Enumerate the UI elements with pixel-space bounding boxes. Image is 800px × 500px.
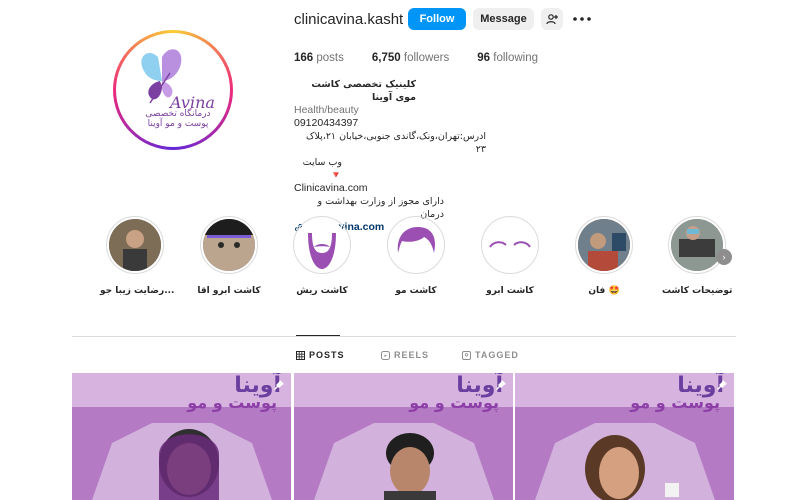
eyebrow-icon [489, 241, 531, 248]
story-highlights: رضایت زیبا جو... کاشت ابرو اقا کاشت ریش … [100, 216, 740, 306]
post-photo-icon [314, 423, 494, 500]
tab-posts[interactable]: POSTS [296, 350, 345, 360]
tabs-divider [72, 336, 736, 337]
profile-phone: 09120434397 [294, 117, 359, 129]
profile-category: Health/beauty [294, 104, 359, 116]
message-button[interactable]: Message [473, 8, 534, 30]
profile-bio: کلینیک تخصصی کاشت موی آوینا Health/beaut… [294, 78, 494, 234]
highlight-item[interactable]: کاشت ابرو [475, 216, 545, 296]
logo-subtitle: درمانگاه تخصصی پوست و مو آوینا [145, 109, 211, 129]
profile-username: clinicavina.kasht [294, 11, 404, 28]
highlight-item[interactable]: کاشت ریش [287, 216, 357, 296]
chevron-right-icon: › [722, 252, 726, 262]
highlight-item[interactable]: رضایت زیبا جو... [100, 216, 174, 296]
clinic-logo: Avina درمانگاه تخصصی پوست و مو آوینا [120, 37, 226, 143]
profile-site-text: Clinicavina.com [294, 182, 368, 194]
highlight-item[interactable]: فان 🤩 [569, 216, 639, 296]
highlight-photo-icon [203, 219, 255, 271]
profile-avatar[interactable]: Avina درمانگاه تخصصی پوست و مو آوینا [113, 30, 233, 150]
post-photo-icon [535, 423, 715, 500]
post-tile[interactable]: آوینا پوست و مو [294, 373, 513, 500]
tab-reels[interactable]: REELS [381, 350, 429, 360]
add-user-icon [546, 14, 558, 25]
suggest-users-button[interactable] [541, 8, 563, 30]
grid-icon [296, 350, 305, 360]
more-options-button[interactable] [572, 10, 592, 28]
tab-tagged[interactable]: TAGGED [462, 350, 519, 360]
highlight-photo-icon [109, 219, 161, 271]
profile-address: ادرس:تهران،ونک،گاندی جنوبی،خیابان ۲۱،پلا… [305, 131, 486, 155]
active-tab-indicator [296, 335, 340, 336]
highlight-photo-icon [671, 219, 723, 271]
post-photo-icon [92, 423, 272, 500]
highlights-next-button[interactable]: › [716, 249, 732, 265]
profile-stats: 166 posts 6,750 followers 96 following [294, 52, 538, 64]
highlight-photo-icon [578, 219, 630, 271]
tagged-icon [462, 350, 471, 360]
post-tile[interactable]: آوینا پوست و مو [72, 373, 291, 500]
highlight-item[interactable]: کاشت مو [381, 216, 451, 296]
following-count[interactable]: 96 following [477, 52, 538, 64]
hair-icon [397, 227, 436, 253]
beard-icon [308, 233, 336, 269]
follow-button[interactable]: Follow [408, 8, 466, 30]
highlight-item[interactable]: کاشت ابرو اقا [194, 216, 264, 296]
post-tile[interactable]: آوینا پوست و مو [515, 373, 734, 500]
website-label: وب سایت 🔻 [302, 157, 342, 181]
ellipsis-icon [573, 17, 591, 21]
reels-icon [381, 350, 390, 360]
followers-count[interactable]: 6,750 followers [372, 52, 449, 64]
profile-display-name: کلینیک تخصصی کاشت موی آوینا [311, 79, 416, 103]
posts-count: 166 posts [294, 52, 344, 64]
